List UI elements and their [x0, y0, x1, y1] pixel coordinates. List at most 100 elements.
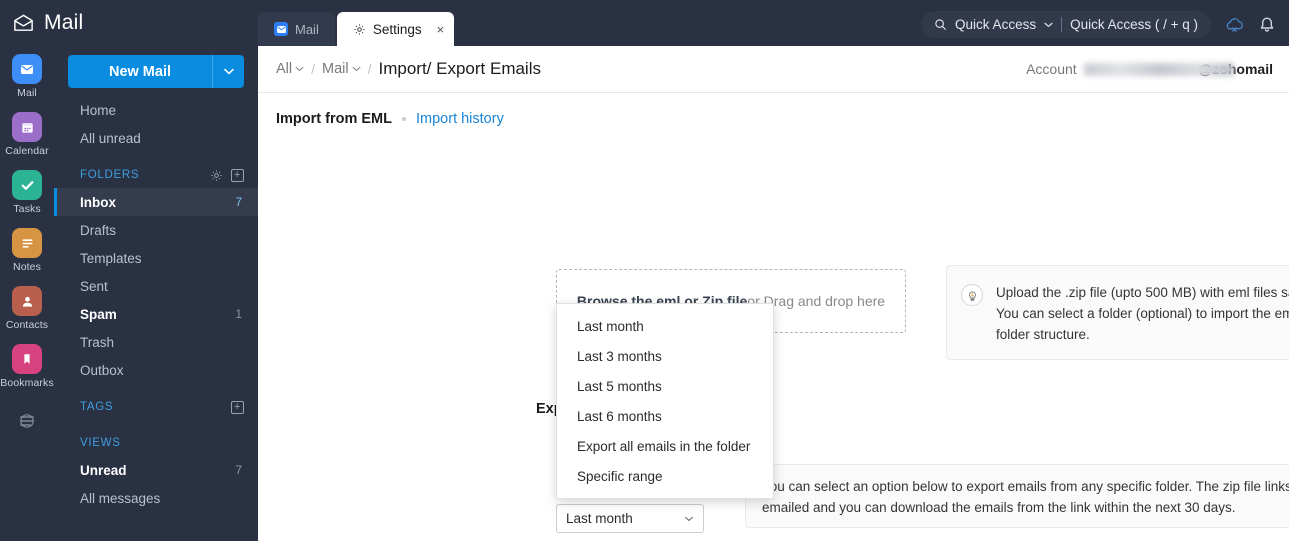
sidebar-item-sent[interactable]: Sent	[54, 272, 258, 300]
quick-access-bar[interactable]: Quick Access Quick Access ( / + q )	[921, 11, 1211, 38]
bookmark-icon	[12, 344, 42, 374]
tab-settings[interactable]: Settings ×	[336, 12, 455, 46]
mail-tab-icon	[274, 22, 288, 36]
sidebar-item-unread[interactable]: Unread 7	[54, 456, 258, 484]
gear-icon[interactable]	[210, 169, 223, 182]
unread-count: 1	[235, 307, 242, 321]
rail-app-tasks[interactable]: Tasks	[0, 170, 54, 215]
tags-section-header: TAGS +	[54, 394, 258, 420]
views-header-label: VIEWS	[80, 437, 121, 449]
close-icon[interactable]: ×	[437, 22, 445, 37]
sidebar-item-all-messages[interactable]: All messages	[54, 484, 258, 512]
menu-item-last-5-months[interactable]: Last 5 months	[557, 371, 773, 401]
tab-label: Mail	[295, 21, 319, 37]
menu-item-export-all-emails[interactable]: Export all emails in the folder	[557, 431, 773, 461]
sidebar-item-label: Templates	[80, 250, 142, 266]
page-title: Import/ Export Emails	[378, 59, 542, 78]
tags-header-label: TAGS	[80, 401, 114, 413]
tab-mail[interactable]: Mail	[258, 12, 335, 46]
new-mail-dropdown-button[interactable]	[212, 55, 244, 88]
sidebar-item-label: Trash	[80, 334, 115, 350]
chevron-down-icon	[295, 66, 304, 72]
sidebar-item-label: Unread	[80, 462, 127, 478]
new-mail-button[interactable]: New Mail	[68, 55, 212, 88]
more-apps-icon	[12, 406, 42, 436]
add-tag-icon[interactable]: +	[231, 400, 244, 414]
sidebar-item-drafts[interactable]: Drafts	[54, 216, 258, 244]
sidebar-item-spam[interactable]: Spam 1	[54, 300, 258, 328]
account-value-redacted	[1083, 62, 1234, 76]
divider	[1061, 17, 1063, 32]
rail-app-bookmarks[interactable]: Bookmarks	[0, 344, 54, 389]
sidebar-item-label: Drafts	[80, 222, 117, 238]
top-right-actions: Quick Access Quick Access ( / + q )	[921, 11, 1289, 46]
rail-app-label: Mail	[17, 87, 37, 99]
lightbulb-icon	[961, 284, 983, 306]
menu-item-last-6-months[interactable]: Last 6 months	[557, 401, 773, 431]
import-info-box: Upload the .zip file (upto 500 MB) with …	[946, 265, 1289, 360]
export-range-select[interactable]: Last month	[556, 504, 704, 533]
rail-app-contacts[interactable]: Contacts	[0, 286, 54, 331]
app-root: Mail Calendar Tasks Notes Contacts Bookm…	[0, 0, 1289, 541]
import-info-text: Upload the .zip file (upto 500 MB) with …	[996, 285, 1289, 342]
quick-access-label: Quick Access	[955, 17, 1037, 32]
menu-item-last-3-months[interactable]: Last 3 months	[557, 341, 773, 371]
mail-icon	[12, 54, 42, 84]
sidebar-item-outbox[interactable]: Outbox	[54, 356, 258, 384]
account-info: Account @zohomail	[1026, 61, 1273, 77]
rail-app-label: Notes	[13, 261, 41, 273]
import-section-header: Import from EML Import history	[276, 111, 1289, 127]
sidebar-item-label: Sent	[80, 278, 108, 294]
sidebar: Mail New Mail Home All unread FOLDERS + …	[14, 0, 258, 541]
top-bar: Mail Settings × Quick Access Quick Acces…	[258, 0, 1289, 46]
breadcrumb-label: Mail	[322, 61, 349, 77]
sidebar-item-label: Spam	[80, 306, 117, 322]
main-content: Import from EML Import history Browse th…	[258, 93, 1289, 541]
person-icon	[12, 286, 42, 316]
rail-app-label: Calendar	[5, 145, 49, 157]
chevron-down-icon	[684, 516, 694, 522]
export-range-dropdown-menu[interactable]: Last month Last 3 months Last 5 months L…	[556, 303, 774, 499]
rail-app-notes[interactable]: Notes	[0, 228, 54, 273]
breadcrumb-item-mail[interactable]: Mail	[322, 61, 361, 77]
unread-count: 7	[235, 463, 242, 477]
breadcrumb-label: All	[276, 61, 293, 77]
chevron-down-icon[interactable]	[1044, 22, 1053, 28]
tab-label: Settings	[372, 21, 422, 37]
rail-app-calendar[interactable]: Calendar	[0, 112, 54, 157]
calendar-icon	[12, 112, 42, 142]
chevron-down-icon	[352, 66, 361, 72]
check-icon	[12, 170, 42, 200]
notes-icon	[12, 228, 42, 258]
breadcrumb-item-all[interactable]: All	[276, 61, 304, 77]
dot-separator	[402, 117, 406, 121]
rail-app-label: Tasks	[13, 203, 41, 215]
quick-access-hint: Quick Access ( / + q )	[1070, 17, 1198, 32]
rail-app-label: Bookmarks	[0, 377, 54, 389]
sidebar-item-all-unread[interactable]: All unread	[54, 124, 258, 152]
menu-item-last-month[interactable]: Last month	[557, 311, 773, 341]
sidebar-item-templates[interactable]: Templates	[54, 244, 258, 272]
breadcrumb-separator: /	[311, 61, 316, 77]
views-list: Unread 7 All messages	[54, 456, 258, 512]
export-info-box: You can select an option below to export…	[745, 464, 1289, 528]
views-section-header: VIEWS	[54, 430, 258, 456]
brand: Mail	[0, 0, 258, 46]
import-section-title: Import from EML	[276, 111, 392, 127]
sidebar-item-trash[interactable]: Trash	[54, 328, 258, 356]
mail-envelope-icon	[12, 13, 35, 33]
export-info-text: You can select an option below to export…	[762, 479, 1289, 515]
menu-item-specific-range[interactable]: Specific range	[557, 461, 773, 491]
cloud-offline-icon[interactable]	[1224, 16, 1246, 34]
folders-section-header: FOLDERS +	[54, 162, 258, 188]
add-folder-icon[interactable]: +	[231, 168, 244, 182]
bell-icon[interactable]	[1259, 16, 1275, 34]
import-history-link[interactable]: Import history	[416, 111, 504, 127]
folders-header-label: FOLDERS	[80, 169, 140, 181]
account-label: Account	[1026, 61, 1077, 77]
search-icon	[934, 18, 947, 31]
rail-app-mail[interactable]: Mail	[0, 54, 54, 99]
sidebar-item-inbox[interactable]: Inbox 7	[54, 188, 258, 216]
sidebar-item-home[interactable]: Home	[54, 96, 258, 124]
rail-app-more[interactable]	[0, 406, 54, 436]
